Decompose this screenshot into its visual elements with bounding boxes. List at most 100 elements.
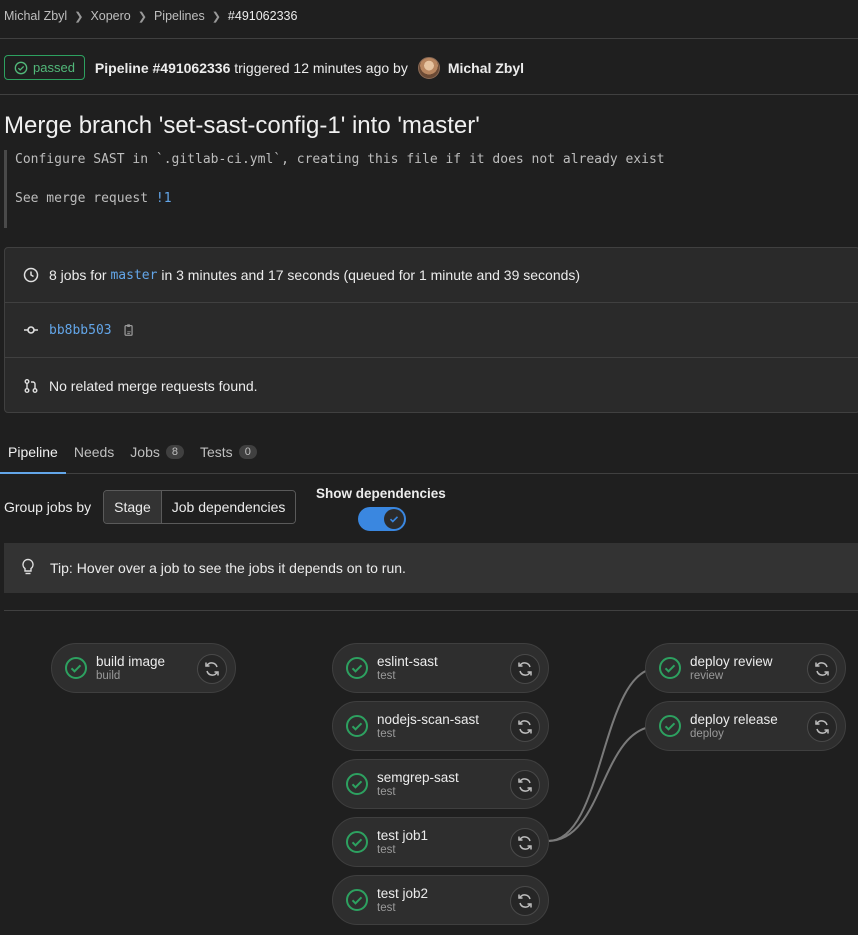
retry-icon[interactable]: [510, 770, 540, 800]
job-deploy-release[interactable]: deploy release deploy: [645, 701, 846, 751]
retry-icon[interactable]: [510, 712, 540, 742]
show-dependencies-toggle[interactable]: [358, 507, 406, 531]
chevron-right-icon: ❯: [211, 10, 221, 23]
divider: [0, 94, 858, 95]
job-name: test job2: [377, 886, 429, 901]
check-circle-icon: [346, 657, 368, 679]
chevron-right-icon: ❯: [137, 10, 147, 23]
divider: [0, 38, 858, 39]
job-test-job2[interactable]: test job2 test: [332, 875, 549, 925]
chevron-right-icon: ❯: [74, 10, 84, 23]
commit-sha-link[interactable]: bb8bb503: [49, 323, 112, 338]
show-dependencies-control: Show dependencies: [316, 486, 446, 531]
retry-icon[interactable]: [510, 654, 540, 684]
commit-description: Configure SAST in `.gitlab-ci.yml`, crea…: [4, 150, 665, 228]
triggered-time: 12 minutes ago: [293, 59, 390, 76]
clock-icon: [21, 267, 41, 283]
job-name: deploy release: [690, 712, 778, 727]
tab-pipeline[interactable]: Pipeline: [0, 436, 66, 474]
job-stage: test: [377, 670, 396, 682]
lightbulb-icon: [20, 558, 36, 579]
tab-label: Needs: [73, 444, 115, 460]
job-eslint-sast[interactable]: eslint-sast test: [332, 643, 549, 693]
group-by-deps-button[interactable]: Job dependencies: [161, 491, 296, 523]
branch-link[interactable]: master: [110, 268, 157, 283]
copy-icon[interactable]: [122, 323, 136, 337]
check-circle-icon: [65, 657, 87, 679]
job-semgrep-sast[interactable]: semgrep-sast test: [332, 759, 549, 809]
divider: [4, 610, 858, 611]
retry-icon[interactable]: [197, 654, 227, 684]
show-dependencies-label: Show dependencies: [316, 486, 446, 501]
job-stage: test: [377, 728, 396, 740]
by-text: by: [393, 59, 408, 76]
tab-jobs[interactable]: Jobs 8: [122, 436, 192, 474]
pipeline-header: passed Pipeline #491062336 triggered 12 …: [4, 55, 524, 80]
job-stage: build: [96, 670, 121, 682]
job-build-image[interactable]: build image build: [51, 643, 236, 693]
status-badge[interactable]: passed: [4, 55, 85, 80]
jobs-prefix: 8 jobs for: [49, 267, 107, 283]
mr-prefix: See merge request: [15, 191, 156, 206]
check-icon: [384, 509, 404, 529]
triggered-text: triggered: [234, 59, 290, 76]
page-title: Merge branch 'set-sast-config-1' into 'm…: [4, 112, 480, 139]
tab-count: 8: [165, 445, 184, 459]
pipeline-tabs: Pipeline Needs Jobs 8 Tests 0: [0, 436, 858, 474]
job-name: test job1: [377, 828, 429, 843]
group-jobs-control: Group jobs by Stage Job dependencies: [4, 490, 297, 524]
commit-info-row: bb8bb503: [5, 303, 858, 358]
job-stage: review: [690, 670, 724, 682]
commit-icon: [21, 322, 41, 338]
job-name: deploy review: [690, 654, 773, 669]
breadcrumb-user[interactable]: Michal Zbyl: [4, 9, 67, 23]
job-stage: test: [377, 786, 396, 798]
job-test-job1[interactable]: test job1 test: [332, 817, 549, 867]
job-name: build image: [96, 654, 166, 669]
breadcrumb-project[interactable]: Xopero: [90, 9, 130, 23]
tab-count: 0: [238, 445, 257, 459]
breadcrumb-pipelines[interactable]: Pipelines: [154, 9, 205, 23]
job-name: nodejs-scan-sast: [377, 712, 480, 727]
retry-icon[interactable]: [807, 654, 837, 684]
pipeline-id: Pipeline #491062336: [94, 59, 231, 76]
jobs-info-row: 8 jobs for master in 3 minutes and 17 se…: [5, 248, 858, 303]
job-stage: test: [377, 902, 396, 914]
check-circle-icon: [346, 715, 368, 737]
group-jobs-label: Group jobs by: [4, 499, 92, 515]
job-stage: test: [377, 844, 396, 856]
tab-needs[interactable]: Needs: [66, 436, 122, 474]
breadcrumb: Michal Zbyl ❯ Xopero ❯ Pipelines ❯ #4910…: [4, 9, 297, 23]
group-by-stage-button[interactable]: Stage: [104, 491, 162, 523]
no-mr-text: No related merge requests found.: [49, 377, 258, 394]
retry-icon[interactable]: [510, 886, 540, 916]
tab-label: Jobs: [130, 444, 160, 460]
tab-label: Tests: [200, 444, 233, 460]
job-name: semgrep-sast: [377, 770, 459, 785]
job-stage: deploy: [690, 728, 724, 740]
retry-icon[interactable]: [510, 828, 540, 858]
tip-text: Tip: Hover over a job to see the jobs it…: [50, 560, 406, 576]
commit-description-line: See merge request !1: [15, 189, 665, 209]
tab-label: Pipeline: [8, 444, 58, 460]
tip-banner: Tip: Hover over a job to see the jobs it…: [4, 543, 858, 593]
tab-tests[interactable]: Tests 0: [192, 436, 265, 474]
retry-icon[interactable]: [807, 712, 837, 742]
merge-request-info-row: No related merge requests found.: [5, 358, 858, 413]
group-jobs-segmented: Stage Job dependencies: [103, 490, 297, 524]
breadcrumb-current[interactable]: #491062336: [228, 9, 298, 23]
merge-request-icon: [21, 378, 41, 394]
job-deploy-review[interactable]: deploy review review: [645, 643, 846, 693]
check-circle-icon: [346, 773, 368, 795]
avatar[interactable]: [417, 56, 440, 79]
dependency-link: [547, 667, 659, 842]
status-text: passed: [33, 60, 75, 75]
merge-request-link[interactable]: !1: [156, 191, 172, 206]
jobs-duration: in 3 minutes and 17 seconds (queued for …: [161, 267, 581, 283]
commit-description-line: Configure SAST in `.gitlab-ci.yml`, crea…: [15, 152, 665, 167]
job-nodejs-scan-sast[interactable]: nodejs-scan-sast test: [332, 701, 549, 751]
job-name: eslint-sast: [377, 654, 438, 669]
check-circle-icon: [346, 831, 368, 853]
author-name[interactable]: Michal Zbyl: [448, 60, 524, 76]
dependency-link: [547, 725, 659, 842]
